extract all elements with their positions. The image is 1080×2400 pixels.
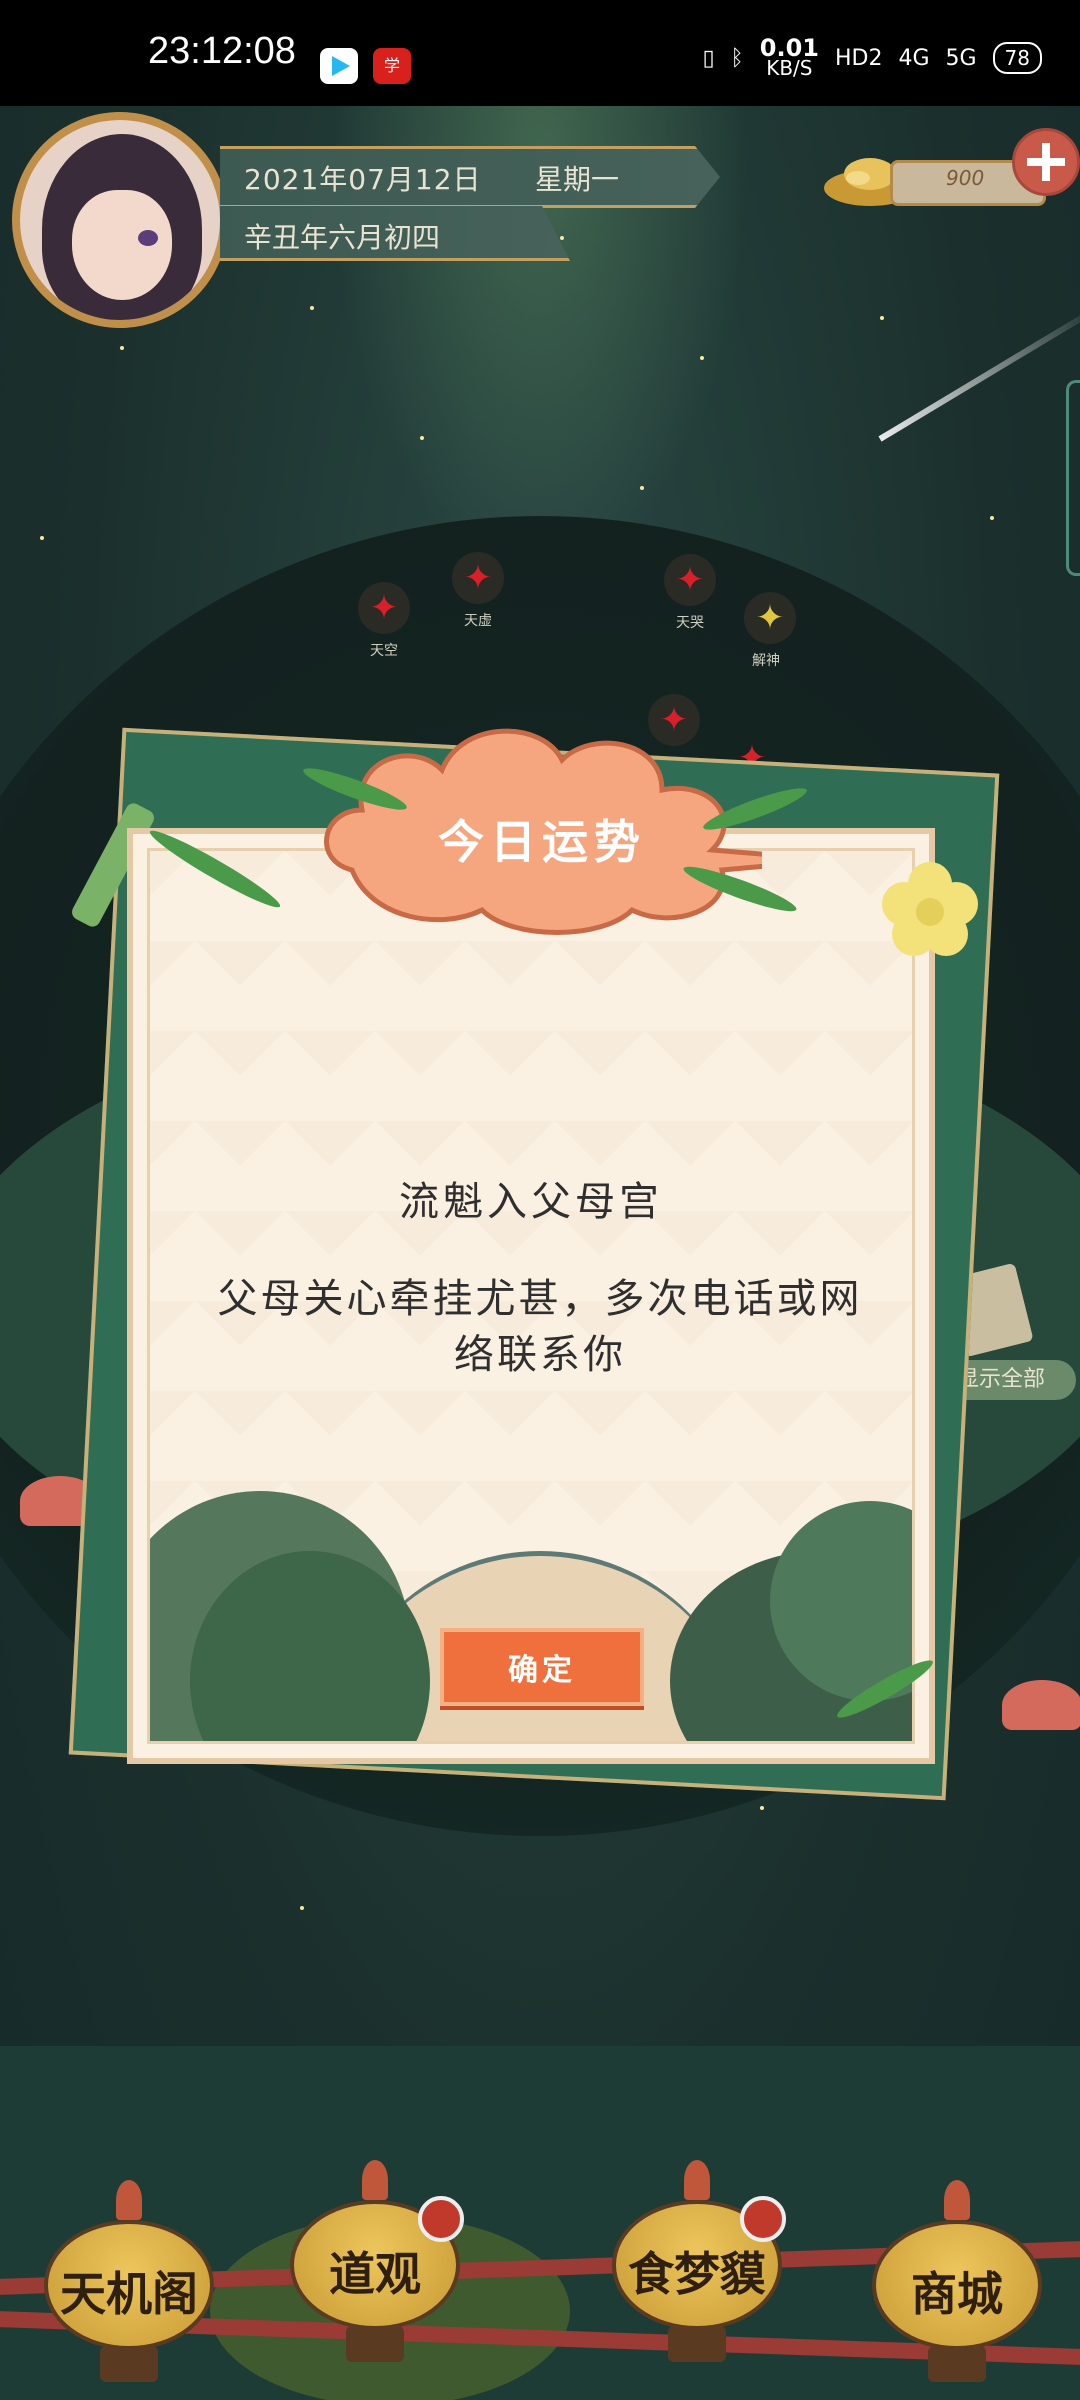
status-time: 23:12:08 [148, 30, 296, 72]
status-bar: 23:12:08 学 ▯ ᛒ 0.01 KB/S HD2 4G 5G 78 [0, 0, 1080, 106]
notification-badge [740, 2196, 786, 2242]
nav-tianjige-button[interactable]: 天机阁 [44, 2180, 214, 2400]
study-app-icon: 学 [373, 48, 411, 84]
star-marker-jieshen[interactable]: ✦ [744, 592, 796, 644]
four-point-star-icon: ✦ [755, 598, 785, 638]
star [640, 486, 644, 490]
net-speed-value: 0.01 [759, 34, 819, 62]
add-coins-button[interactable] [1012, 128, 1080, 196]
nav-label: 天机阁 [60, 2267, 198, 2321]
nav-shimengmo-button[interactable]: 食梦貘 [612, 2160, 786, 2380]
star-marker-tianxu[interactable]: ✦ [452, 552, 504, 604]
star [880, 316, 884, 320]
lantern-base [346, 2326, 404, 2362]
side-drawer-tab[interactable] [1066, 380, 1080, 576]
four-point-star-icon: ✦ [675, 560, 705, 600]
net-speed: 0.01 KB/S [759, 34, 819, 80]
battery-icon: 78 [992, 42, 1042, 74]
weekday-text: 星期一 [535, 163, 620, 196]
lunar-date-text: 辛丑年六月初四 [244, 221, 441, 254]
marker-label: 天空 [370, 643, 398, 659]
lantern-base [100, 2346, 158, 2382]
date-text: 2021年07月12日 [244, 163, 482, 196]
fortune-headline: 流魁入父母宫 [399, 1179, 663, 1225]
star [990, 516, 994, 520]
marker-label: 天虚 [464, 613, 492, 629]
star [560, 236, 564, 240]
marker-label: 天哭 [676, 615, 704, 631]
lantern-top [684, 2160, 710, 2200]
lantern-top [944, 2180, 970, 2220]
status-icons: ▯ ᛒ 0.01 KB/S HD2 4G 5G 78 [702, 34, 1042, 80]
star-marker-tiankong[interactable]: ✦ [358, 582, 410, 634]
confirm-button[interactable]: 确定 [440, 1628, 644, 1706]
star [310, 306, 314, 310]
lantern-top [116, 2180, 142, 2220]
net-speed-unit: KB/S [766, 56, 813, 80]
vibrate-icon: ▯ [702, 45, 715, 71]
star [760, 1806, 764, 1810]
lantern-top [362, 2160, 388, 2200]
coin-amount: 900 [946, 166, 985, 190]
marker-label: 解神 [752, 653, 780, 669]
four-point-star-icon: ✦ [369, 588, 399, 628]
star [300, 1906, 304, 1910]
nav-shop-button[interactable]: 商城 [872, 2180, 1042, 2400]
nav-label: 道观 [329, 2247, 421, 2301]
meteor [878, 302, 1080, 442]
four-point-star-icon: ✦ [463, 558, 493, 598]
star-marker-tianku[interactable]: ✦ [664, 554, 716, 606]
nav-label: 食梦貘 [628, 2247, 766, 2301]
nav-daoguan-button[interactable]: 道观 [290, 2160, 464, 2380]
star [40, 536, 44, 540]
plum-flower-icon [882, 862, 978, 956]
nav-label: 商城 [911, 2267, 1003, 2321]
hd-icon: HD2 [834, 45, 883, 71]
dialog-title: 今日运势 [438, 815, 646, 869]
signal-4g-icon: 4G [898, 45, 930, 71]
notification-badge [418, 2196, 464, 2242]
star [700, 356, 704, 360]
lantern-base [668, 2326, 726, 2362]
lantern-base [928, 2346, 986, 2382]
star [120, 346, 124, 350]
fortune-description: 父母关心牵挂尤甚，多次电话或网络联系你 [217, 1276, 863, 1378]
dialog-panel: 流魁入父母宫 父母关心牵挂尤甚，多次电话或网络联系你 [147, 848, 915, 1744]
fortune-dialog: 流魁入父母宫 父母关心牵挂尤甚，多次电话或网络联系你 [127, 828, 935, 1764]
signal-5g-icon: 5G [945, 45, 977, 71]
avatar-eye [138, 230, 158, 246]
video-app-icon [320, 48, 358, 84]
lotus-flower [1002, 1680, 1080, 1730]
avatar-face [72, 190, 172, 300]
star [420, 436, 424, 440]
avatar[interactable] [12, 112, 228, 328]
bluetooth-icon: ᛒ [730, 45, 744, 71]
